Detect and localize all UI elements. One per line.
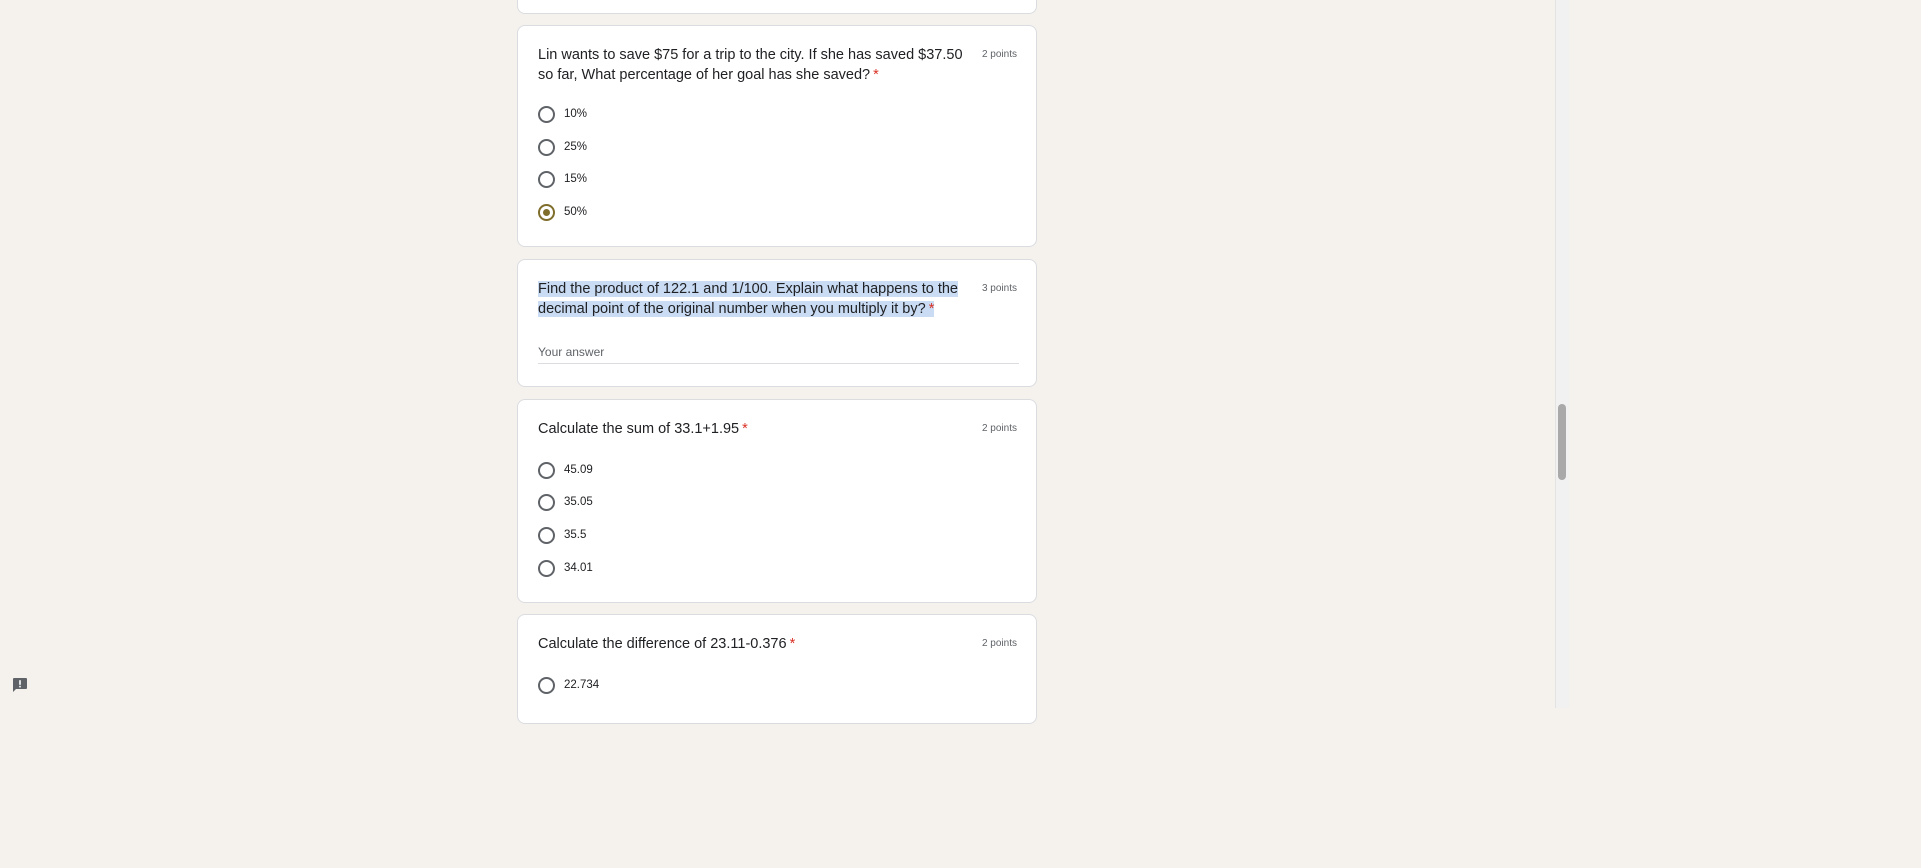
radio-button[interactable] — [538, 105, 555, 123]
option-label: 25% — [564, 141, 588, 153]
report-problem-icon[interactable] — [10, 675, 30, 695]
radio-button[interactable] — [538, 461, 555, 479]
question-title: Find the product of 122.1 and 1/100. Exp… — [538, 281, 958, 317]
question-title: Calculate the sum of 33.1+1.95 * — [538, 421, 748, 437]
points-label: 2 points — [981, 49, 1017, 60]
question-card-product: Find the product of 122.1 and 1/100. Exp… — [517, 259, 1037, 387]
question-card-percentage: Lin wants to save $75 for a trip to the … — [517, 25, 1037, 247]
vertical-scrollbar[interactable] — [1555, 0, 1569, 708]
option-45-09[interactable]: 45.09 — [538, 460, 593, 480]
option-label: 22.734 — [564, 679, 600, 691]
question-card-difference: Calculate the difference of 23.11-0.376 *… — [517, 614, 1037, 724]
radio-button[interactable] — [538, 676, 555, 694]
option-35-5[interactable]: 35.5 — [538, 525, 586, 545]
question-card-sum: Calculate the sum of 33.1+1.95 * 2 points… — [517, 399, 1037, 603]
radio-button[interactable] — [538, 138, 555, 156]
option-label: 35.5 — [564, 529, 587, 541]
option-label: 45.09 — [564, 464, 593, 476]
option-label: 34.01 — [564, 562, 593, 574]
option-label: 15% — [564, 173, 588, 185]
previous-question-card — [517, 0, 1037, 14]
question-title: Calculate the difference of 23.11-0.376 * — [538, 636, 796, 652]
required-asterisk: * — [742, 421, 748, 437]
option-label: 50% — [564, 206, 588, 218]
radio-button[interactable] — [538, 559, 555, 577]
points-label: 3 points — [981, 283, 1017, 294]
option-22-734[interactable]: 22.734 — [538, 675, 599, 695]
answer-input[interactable] — [538, 341, 1019, 364]
question-title: Lin wants to save $75 for a trip to the … — [538, 47, 963, 83]
radio-button[interactable] — [538, 526, 555, 544]
required-asterisk: * — [873, 67, 879, 83]
radio-button[interactable] — [538, 170, 555, 188]
option-label: 10% — [564, 108, 588, 120]
option-10-percent[interactable]: 10% — [538, 104, 587, 124]
option-label: 35.05 — [564, 496, 593, 508]
option-50-percent[interactable]: 50% — [538, 202, 587, 222]
required-asterisk: * — [789, 636, 796, 652]
option-15-percent[interactable]: 15% — [538, 169, 587, 189]
option-25-percent[interactable]: 25% — [538, 137, 587, 157]
option-35-05[interactable]: 35.05 — [538, 492, 593, 512]
required-asterisk: * — [928, 301, 935, 317]
report-problem-icon-glyph — [13, 678, 27, 692]
radio-button-selected[interactable] — [538, 203, 555, 221]
points-label: 2 points — [981, 423, 1017, 434]
radio-button[interactable] — [538, 493, 555, 511]
option-34-01[interactable]: 34.01 — [538, 558, 593, 578]
scrollbar-thumb[interactable] — [1558, 404, 1566, 480]
points-label: 2 points — [981, 638, 1017, 649]
